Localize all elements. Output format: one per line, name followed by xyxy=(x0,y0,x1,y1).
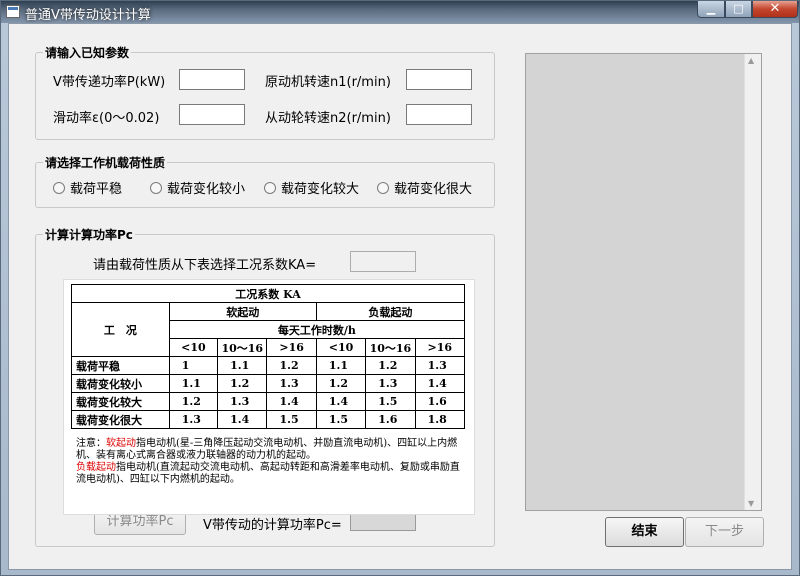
ka-hours-cell: >16 xyxy=(266,338,317,357)
speed-n1-input[interactable] xyxy=(406,69,472,90)
close-button[interactable]: ✕ xyxy=(752,1,798,18)
radio-circle-icon xyxy=(264,182,276,194)
scroll-down-icon[interactable]: ▼ xyxy=(748,499,754,508)
slip-label: 滑动率ε(0～0.02) xyxy=(53,111,160,126)
scroll-up-icon[interactable]: ▲ xyxy=(748,56,754,65)
table-row: 载荷变化很大 1.3 1.4 1.5 1.5 1.6 1.8 xyxy=(71,410,466,429)
power-input[interactable] xyxy=(179,69,245,90)
ka-input[interactable] xyxy=(350,251,416,272)
ka-hours-cell: 10～16 xyxy=(365,338,416,357)
power-label: V带传递功率P(kW) xyxy=(53,75,166,90)
app-icon xyxy=(6,5,20,18)
note-load-text: 指电动机(直流起动交流电动机、高起动转距和高滑差率电动机、复励或串励直流电动机)… xyxy=(76,462,460,485)
ka-prompt: 请由载荷性质从下表选择工况系数KA= xyxy=(93,258,317,273)
result-label: V带传动的计算功率Pc= xyxy=(203,518,342,533)
maximize-button[interactable]: □ xyxy=(725,1,752,18)
radio-load-very-large-change[interactable]: 载荷变化很大 xyxy=(377,178,472,197)
output-listbox[interactable]: ▲ ▼ xyxy=(525,53,762,511)
ka-hours-cell: <10 xyxy=(315,338,367,357)
ka-hours-cell: <10 xyxy=(168,338,219,357)
ka-row-header: 工 况 xyxy=(71,302,170,357)
table-row: 载荷变化较小 1.1 1.2 1.3 1.2 1.3 1.4 xyxy=(71,374,466,393)
radio-circle-icon xyxy=(150,182,162,194)
ka-soft-start-header: 软起动 xyxy=(168,302,317,321)
client-area: 请输入已知参数 V带传递功率P(kW) 原动机转速n1(r/min) 滑动率ε(… xyxy=(8,23,792,570)
load-type-title: 请选择工作机载荷性质 xyxy=(43,154,168,171)
known-params-title: 请输入已知参数 xyxy=(43,44,132,61)
radio-load-steady[interactable]: 载荷平稳 xyxy=(53,178,122,197)
table-row: 载荷变化较大 1.2 1.3 1.4 1.4 1.5 1.6 xyxy=(71,392,466,411)
close-icon: ✕ xyxy=(769,1,781,16)
listbox-scrollbar[interactable]: ▲ ▼ xyxy=(744,54,761,510)
note-load-term: 负载起动 xyxy=(76,462,116,473)
ka-table: 工况系数 KA 工 况 软起动 负载起动 每天工作时数/h <10 10～16 … xyxy=(71,284,466,429)
window-title: 普通V带传动设计计算 xyxy=(25,8,151,23)
radio-load-large-change[interactable]: 载荷变化较大 xyxy=(264,178,359,197)
radio-circle-icon xyxy=(53,182,65,194)
speed-n2-label: 从动轮转速n2(r/min) xyxy=(265,111,391,126)
ka-table-title: 工况系数 KA xyxy=(71,284,465,303)
known-params-group: 请输入已知参数 V带传递功率P(kW) 原动机转速n1(r/min) 滑动率ε(… xyxy=(35,44,495,140)
next-button[interactable]: 下一步 xyxy=(685,517,764,547)
ka-load-start-header: 负载起动 xyxy=(315,302,466,321)
table-row: 载荷平稳 1 1.1 1.2 1.1 1.2 1.3 xyxy=(71,356,466,375)
minimize-icon: ▁ xyxy=(706,2,716,15)
speed-n1-label: 原动机转速n1(r/min) xyxy=(265,75,391,90)
load-type-group: 请选择工作机载荷性质 载荷平稳 载荷变化较小 载荷变化较大 载荷变化很大 xyxy=(35,154,495,208)
ka-hours-cell: 10～16 xyxy=(217,338,268,357)
calc-title: 计算计算功率Pc xyxy=(43,226,135,243)
ka-hours-header: 每天工作时数/h xyxy=(168,320,466,339)
speed-n2-input[interactable] xyxy=(406,104,472,125)
app-window: 普通V带传动设计计算 ▁ □ ✕ 请输入已知参数 V带传递功率P(kW) 原动机… xyxy=(0,0,800,576)
maximize-icon: □ xyxy=(733,2,744,15)
radio-load-small-change[interactable]: 载荷变化较小 xyxy=(150,178,245,197)
note-prefix: 注意： xyxy=(76,438,106,449)
title-bar: 普通V带传动设计计算 ▁ □ ✕ xyxy=(1,1,799,23)
minimize-button[interactable]: ▁ xyxy=(697,1,725,18)
note-soft-term: 软起动 xyxy=(106,438,136,449)
ka-note: 注意：软起动指电动机(星-三角降压起动交流电动机、并励直流电动机)、四缸以上内燃… xyxy=(76,438,468,486)
end-button[interactable]: 结束 xyxy=(605,517,684,547)
radio-circle-icon xyxy=(377,182,389,194)
ka-hours-cell: >16 xyxy=(414,338,466,357)
ka-table-panel: 工况系数 KA 工 况 软起动 负载起动 每天工作时数/h <10 10～16 … xyxy=(63,279,475,515)
slip-input[interactable] xyxy=(179,104,245,125)
